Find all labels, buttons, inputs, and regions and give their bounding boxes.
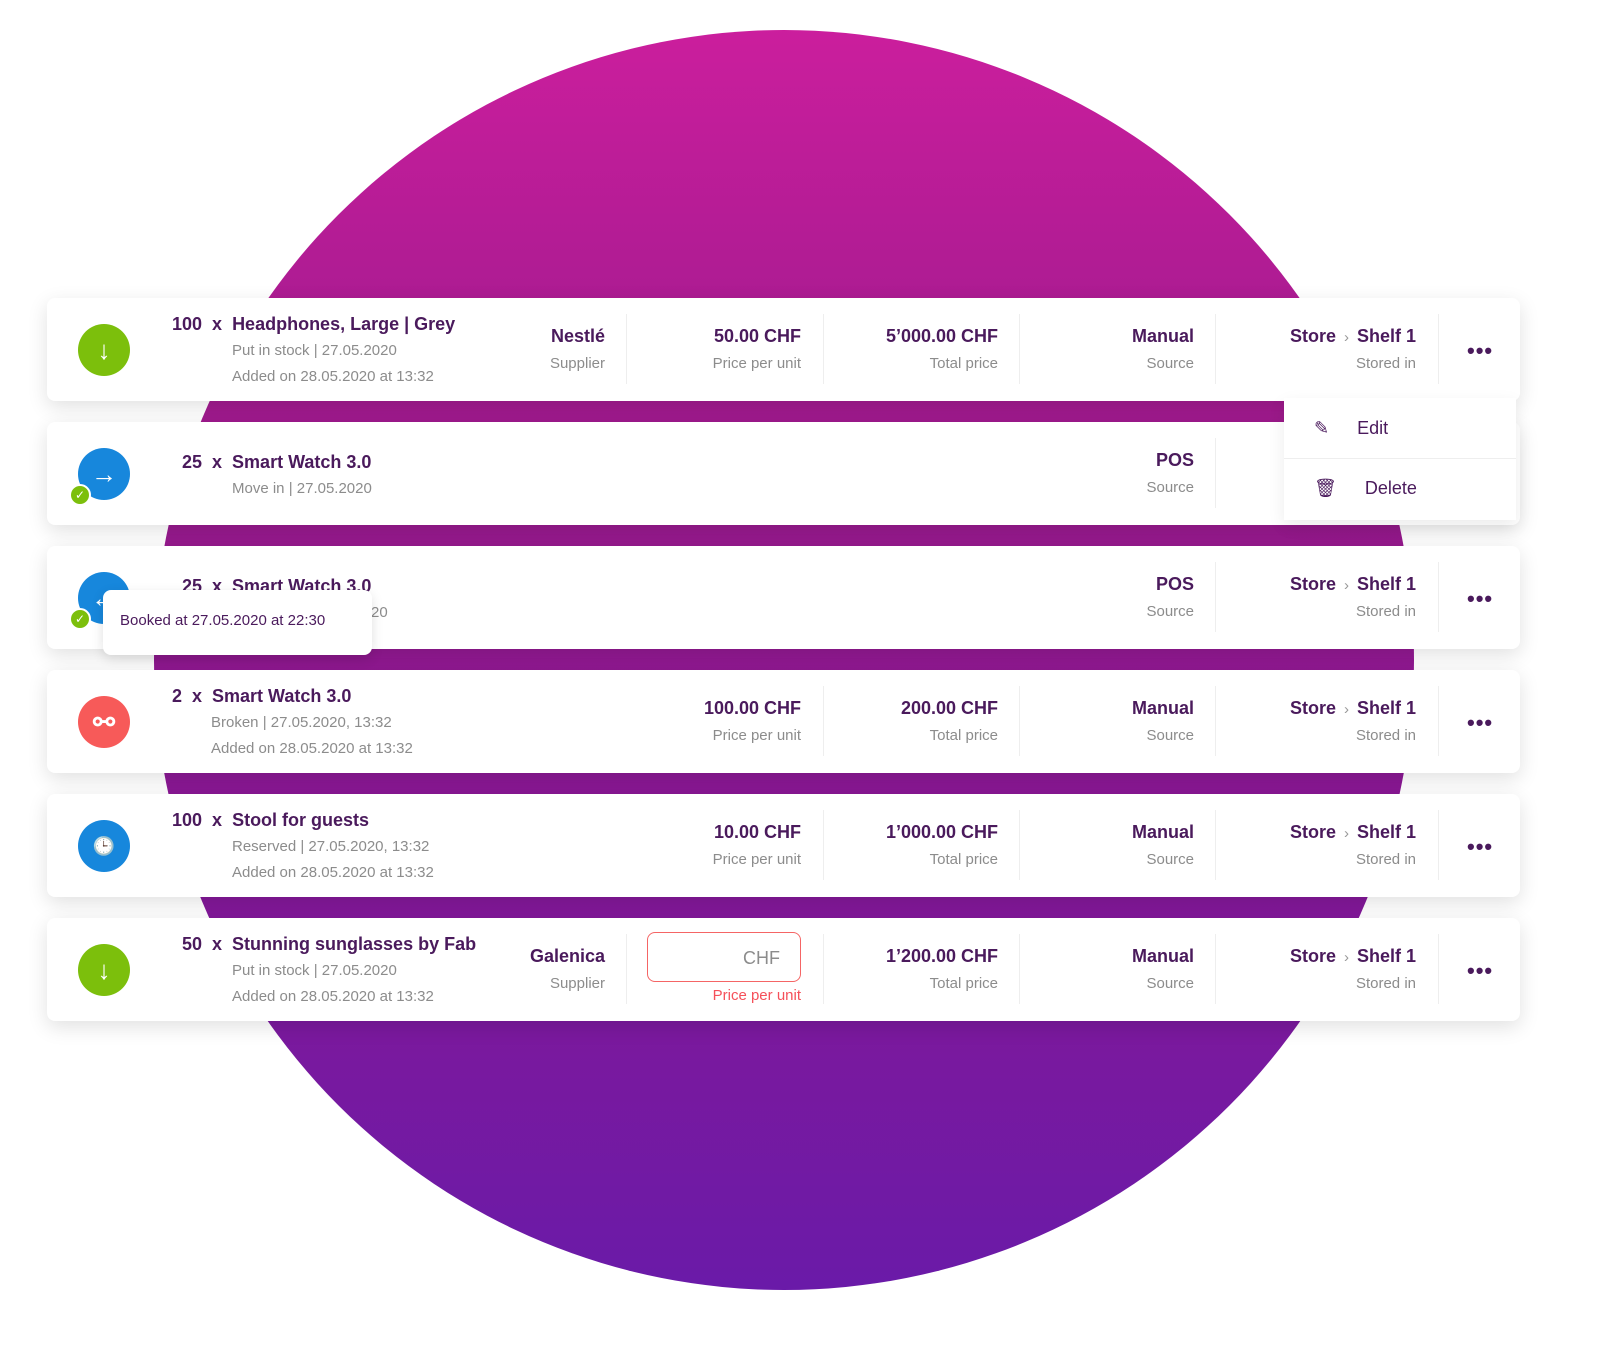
table-row[interactable]: ↓ 50 x Stunning sunglasses by Fab Put in s… [47,918,1520,1021]
source-col: POS Source [1146,450,1194,496]
total-col: 1’200.00 CHF Total price [885,946,998,992]
supplier-col: Nestlé Supplier [549,326,605,372]
total-col: 1’000.00 CHF Total price [885,822,998,868]
source-col: POS Source [1146,574,1194,620]
row-title: 25 x Smart Watch 3.0 [182,452,372,472]
row-status: Put in stock | 27.05.2020 [232,342,397,359]
more-button[interactable]: ••• [1467,834,1493,860]
row-added: Added on 28.05.2020 at 13:32 [232,368,434,385]
menu-item-edit[interactable]: ✎ Edit [1284,398,1516,458]
stored-col: Store › Shelf 1 Stored in [1289,574,1416,620]
background-circle [154,30,1414,1290]
menu-item-delete[interactable]: 🗑 Delete [1284,458,1516,518]
table-row[interactable]: 🕒 100 x Stool for guests Reserved | 27.05.… [47,794,1520,897]
trash-icon: 🗑 [1314,478,1337,498]
stored-col: Store › Shelf 1 Stored in [1289,946,1416,992]
source-col: Manual Source [1131,946,1194,992]
pencil-icon: ✎ [1314,417,1330,438]
stored-col: Store › Shelf 1 Stored in [1289,698,1416,744]
row-context-menu: ✎ Edit 🗑 Delete [1284,398,1516,520]
check-icon: ✓ [69,484,91,506]
row-added: Added on 28.05.2020 at 13:32 [211,740,413,757]
row-added: Added on 28.05.2020 at 13:32 [232,864,434,881]
more-button[interactable]: ••• [1467,710,1493,736]
table-row[interactable]: ⚯ 2 x Smart Watch 3.0 Broken | 27.05.2020,… [47,670,1520,773]
row-status: Broken | 27.05.2020, 13:32 [211,714,392,731]
arrow-down-icon: ↓ [78,944,130,996]
stored-col: Store › Shelf 1 Stored in [1289,326,1416,372]
ppu-col: 50.00 CHF Price per unit [712,326,801,372]
ppu-col: 10.00 CHF Price per unit [712,822,801,868]
row-title: 50 x Stunning sunglasses by Fab [182,934,477,954]
table-row[interactable]: ↓ 100 x Headphones, Large | Grey Put in st… [47,298,1520,401]
broken-link-icon: ⚯ [78,696,130,748]
check-icon: ✓ [69,608,91,630]
row-title: 2 x Smart Watch 3.0 [172,686,352,706]
source-col: Manual Source [1131,822,1194,868]
source-col: Manual Source [1131,326,1194,372]
stored-col: Store › Shelf 1 Stored in [1289,822,1416,868]
price-per-unit-error-label: Price per unit [712,987,801,1004]
total-col: 5’000.00 CHF Total price [885,326,998,372]
price-per-unit-input[interactable]: CHF [647,932,801,982]
total-col: 200.00 CHF Total price [900,698,998,744]
arrow-down-icon: ↓ [78,324,130,376]
row-status: Reserved | 27.05.2020, 13:32 [232,838,430,855]
more-button[interactable]: ••• [1467,586,1493,612]
row-status: Put in stock | 27.05.2020 [232,962,397,979]
row-title: 100 x Headphones, Large | Grey [172,314,456,334]
row-status: Move in | 27.05.2020 [232,480,372,497]
supplier-col: Galenica Supplier [529,946,605,992]
row-title: 100 x Stool for guests [172,810,370,830]
more-button[interactable]: ••• [1467,958,1493,984]
row-added: Added on 28.05.2020 at 13:32 [232,988,434,1005]
source-col: Manual Source [1131,698,1194,744]
row-status: 20 [371,604,388,621]
more-button[interactable]: ••• [1467,338,1493,364]
booked-tooltip: Booked at 27.05.2020 at 22:30 [103,590,372,655]
reserved-icon: 🕒 [78,820,130,872]
ppu-col: 100.00 CHF Price per unit [703,698,801,744]
